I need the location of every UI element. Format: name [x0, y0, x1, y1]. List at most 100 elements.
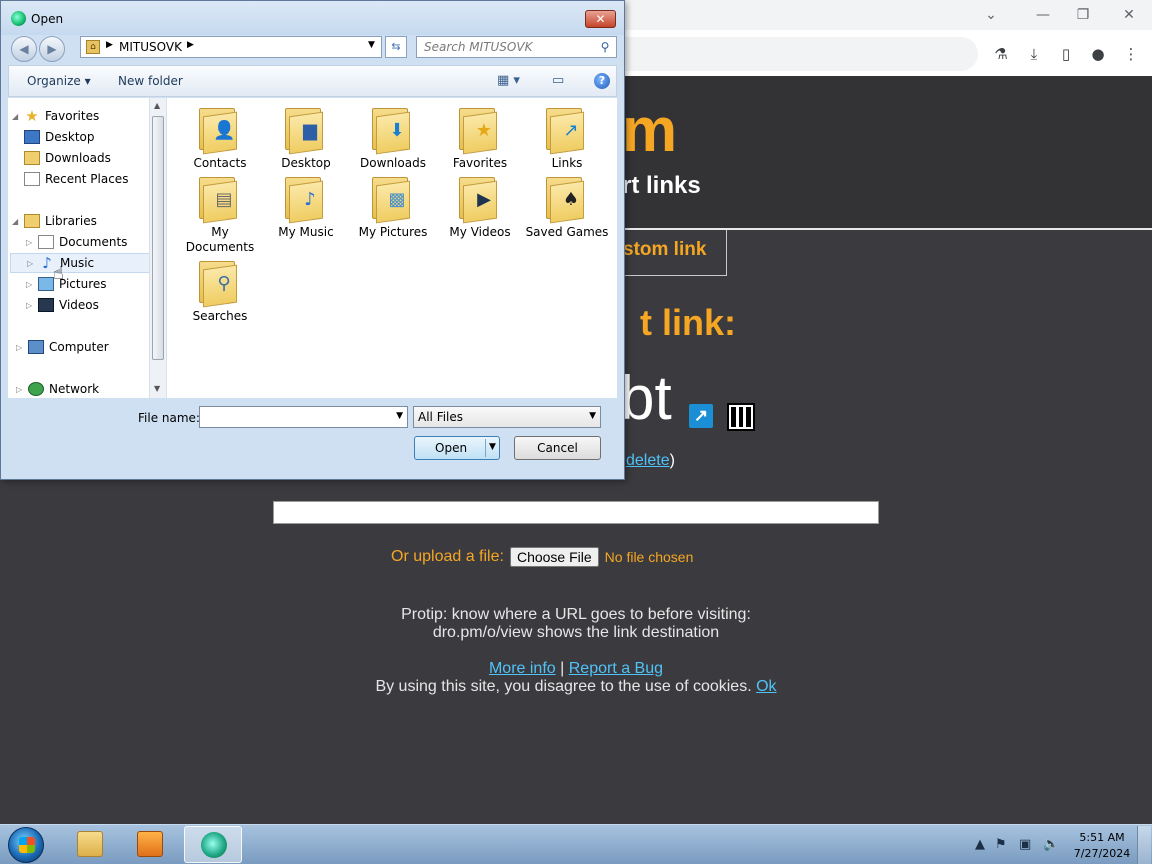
download-icon[interactable]: ⤓: [1024, 44, 1044, 64]
folder-icon: 👤: [199, 106, 241, 155]
menu-icon[interactable]: ⋮: [1121, 44, 1141, 64]
tree-item-videos[interactable]: ▷ Videos: [26, 295, 99, 315]
preview-pane-icon[interactable]: ▭: [552, 73, 564, 88]
collapse-icon[interactable]: ◢: [12, 217, 24, 226]
cancel-button[interactable]: Cancel: [514, 436, 601, 460]
network-tray-icon[interactable]: ▣: [1019, 837, 1031, 852]
contacts-icon: 👤: [213, 120, 236, 141]
action-center-flag-icon[interactable]: ⚑: [995, 837, 1007, 852]
address-history-arrow-icon[interactable]: ▼: [368, 40, 375, 50]
tree-item-desktop[interactable]: Desktop: [24, 127, 95, 147]
folder-my-videos[interactable]: ▶ My Videos: [437, 175, 523, 240]
forward-button[interactable]: ▶: [39, 36, 65, 62]
breadcrumb-child-arrow-icon[interactable]: ▶: [187, 40, 194, 50]
restore-icon[interactable]: ❐: [1072, 4, 1094, 26]
open-button[interactable]: Open ▼: [414, 436, 500, 460]
collapse-icon[interactable]: ◢: [12, 112, 24, 121]
file-name-label: File name:: [138, 411, 200, 425]
taskbar-explorer[interactable]: [61, 826, 119, 863]
refresh-icon[interactable]: ⇆: [385, 36, 407, 58]
expand-icon[interactable]: ▷: [16, 385, 28, 394]
folder-searches[interactable]: ⚲ Searches: [177, 259, 263, 324]
dialog-title: Open: [31, 12, 64, 26]
tab-search-icon[interactable]: ⌄: [980, 4, 1002, 26]
scrollbar-thumb[interactable]: [152, 116, 164, 360]
tree-item-computer[interactable]: ▷ Computer: [16, 337, 109, 357]
system-clock[interactable]: 5:51 AM 7/27/2024: [1072, 830, 1132, 862]
open-label: Open: [435, 441, 468, 455]
tree-item-network[interactable]: ▷ Network: [16, 379, 99, 399]
taskbar-media-player[interactable]: [121, 826, 179, 863]
folder-my-music[interactable]: ♪ My Music: [263, 175, 349, 240]
labs-icon[interactable]: ⚗: [991, 44, 1011, 64]
minimize-icon[interactable]: —: [1032, 4, 1054, 26]
view-options-icon[interactable]: ▦ ▾: [497, 73, 520, 88]
help-icon[interactable]: ?: [594, 73, 610, 89]
report-bug-link[interactable]: Report a Bug: [569, 660, 663, 677]
file-type-filter[interactable]: All Files ▼: [413, 406, 601, 428]
folder-desktop[interactable]: ▆ Desktop: [263, 106, 349, 171]
folder-icon: ▩: [372, 175, 414, 224]
dialog-close-button[interactable]: ✕: [585, 10, 616, 28]
short-link-code[interactable]: bt: [620, 368, 672, 430]
scroll-up-icon[interactable]: ▲: [154, 101, 160, 110]
cookies-ok-link[interactable]: Ok: [756, 678, 776, 695]
qr-code-icon[interactable]: [727, 403, 755, 431]
folder-my-documents[interactable]: ▤ My Documents: [177, 175, 263, 255]
volume-muted-icon[interactable]: 🔈: [1043, 837, 1059, 852]
side-panel-icon[interactable]: ▯: [1056, 44, 1076, 64]
tree-item-documents[interactable]: ▷ Documents: [26, 232, 127, 252]
url-textarea[interactable]: [273, 501, 879, 524]
folder-favorites[interactable]: ★ Favorites: [437, 106, 523, 171]
file-name-input[interactable]: ▼: [199, 406, 408, 428]
folder-saved-games[interactable]: ♠ Saved Games: [524, 175, 610, 240]
breadcrumb-arrow-icon[interactable]: ▶: [106, 40, 113, 50]
folder-my-pictures[interactable]: ▩ My Pictures: [350, 175, 436, 240]
tree-item-libraries[interactable]: ◢ Libraries: [12, 211, 97, 231]
back-button[interactable]: ◀: [11, 36, 37, 62]
close-icon[interactable]: ✕: [1118, 4, 1140, 26]
nav-pane-scrollbar[interactable]: ▲ ▼: [149, 98, 166, 398]
tree-item-downloads[interactable]: Downloads: [24, 148, 111, 168]
profile-icon[interactable]: ●: [1088, 44, 1108, 64]
tree-label: Recent Places: [45, 172, 129, 186]
search-icon[interactable]: ⚲: [598, 40, 612, 54]
delete-line: delete): [626, 452, 675, 470]
tree-item-favorites[interactable]: ◢ ★ Favorites: [12, 106, 99, 126]
expand-icon[interactable]: ▷: [16, 343, 28, 352]
file-type-dropdown-icon[interactable]: ▼: [589, 411, 596, 421]
tree-item-pictures[interactable]: ▷ Pictures: [26, 274, 107, 294]
expand-icon[interactable]: ▷: [26, 301, 38, 310]
tree-item-music[interactable]: ▷ ♪ Music: [10, 253, 150, 273]
site-logo[interactable]: m: [622, 100, 677, 162]
taskbar-chrome[interactable]: [184, 826, 242, 863]
folder-links[interactable]: ↗ Links: [524, 106, 610, 171]
choose-file-button[interactable]: Choose File: [509, 547, 599, 567]
address-bar[interactable]: [610, 37, 978, 71]
tree-item-recent-places[interactable]: Recent Places: [24, 169, 128, 189]
external-link-icon[interactable]: ↗: [689, 404, 713, 428]
delete-link[interactable]: delete: [626, 452, 670, 469]
search-input[interactable]: Search MITUSOVK ⚲: [416, 36, 617, 58]
star-icon: ★: [475, 120, 493, 141]
dialog-title-bar[interactable]: Open ✕: [1, 1, 624, 35]
open-options-arrow-icon[interactable]: ▼: [489, 442, 496, 452]
organize-button[interactable]: Organize ▾: [27, 74, 91, 88]
expand-icon[interactable]: ▷: [26, 280, 38, 289]
new-folder-button[interactable]: New folder: [118, 74, 183, 88]
pictures-icon: [38, 277, 54, 291]
expand-icon[interactable]: ▷: [26, 238, 38, 247]
start-button[interactable]: [8, 827, 44, 863]
scroll-down-icon[interactable]: ▼: [154, 384, 160, 393]
dialog-address-bar[interactable]: ⌂ ▶ MITUSOVK ▶ ▼: [80, 36, 382, 58]
folder-downloads[interactable]: ⬇ Downloads: [350, 106, 436, 171]
breadcrumb-current[interactable]: MITUSOVK: [119, 40, 182, 54]
expand-icon[interactable]: ▷: [27, 259, 39, 268]
folder-label: My Music: [278, 225, 334, 239]
show-desktop-button[interactable]: [1137, 826, 1151, 864]
file-name-dropdown-icon[interactable]: ▼: [396, 411, 403, 421]
show-hidden-icons[interactable]: ▲: [975, 837, 985, 852]
more-info-link[interactable]: More info: [489, 660, 556, 677]
folder-contacts[interactable]: 👤 Contacts: [177, 106, 263, 171]
navigation-pane: ◢ ★ Favorites Desktop Downloads Recent Pla…: [8, 98, 167, 398]
